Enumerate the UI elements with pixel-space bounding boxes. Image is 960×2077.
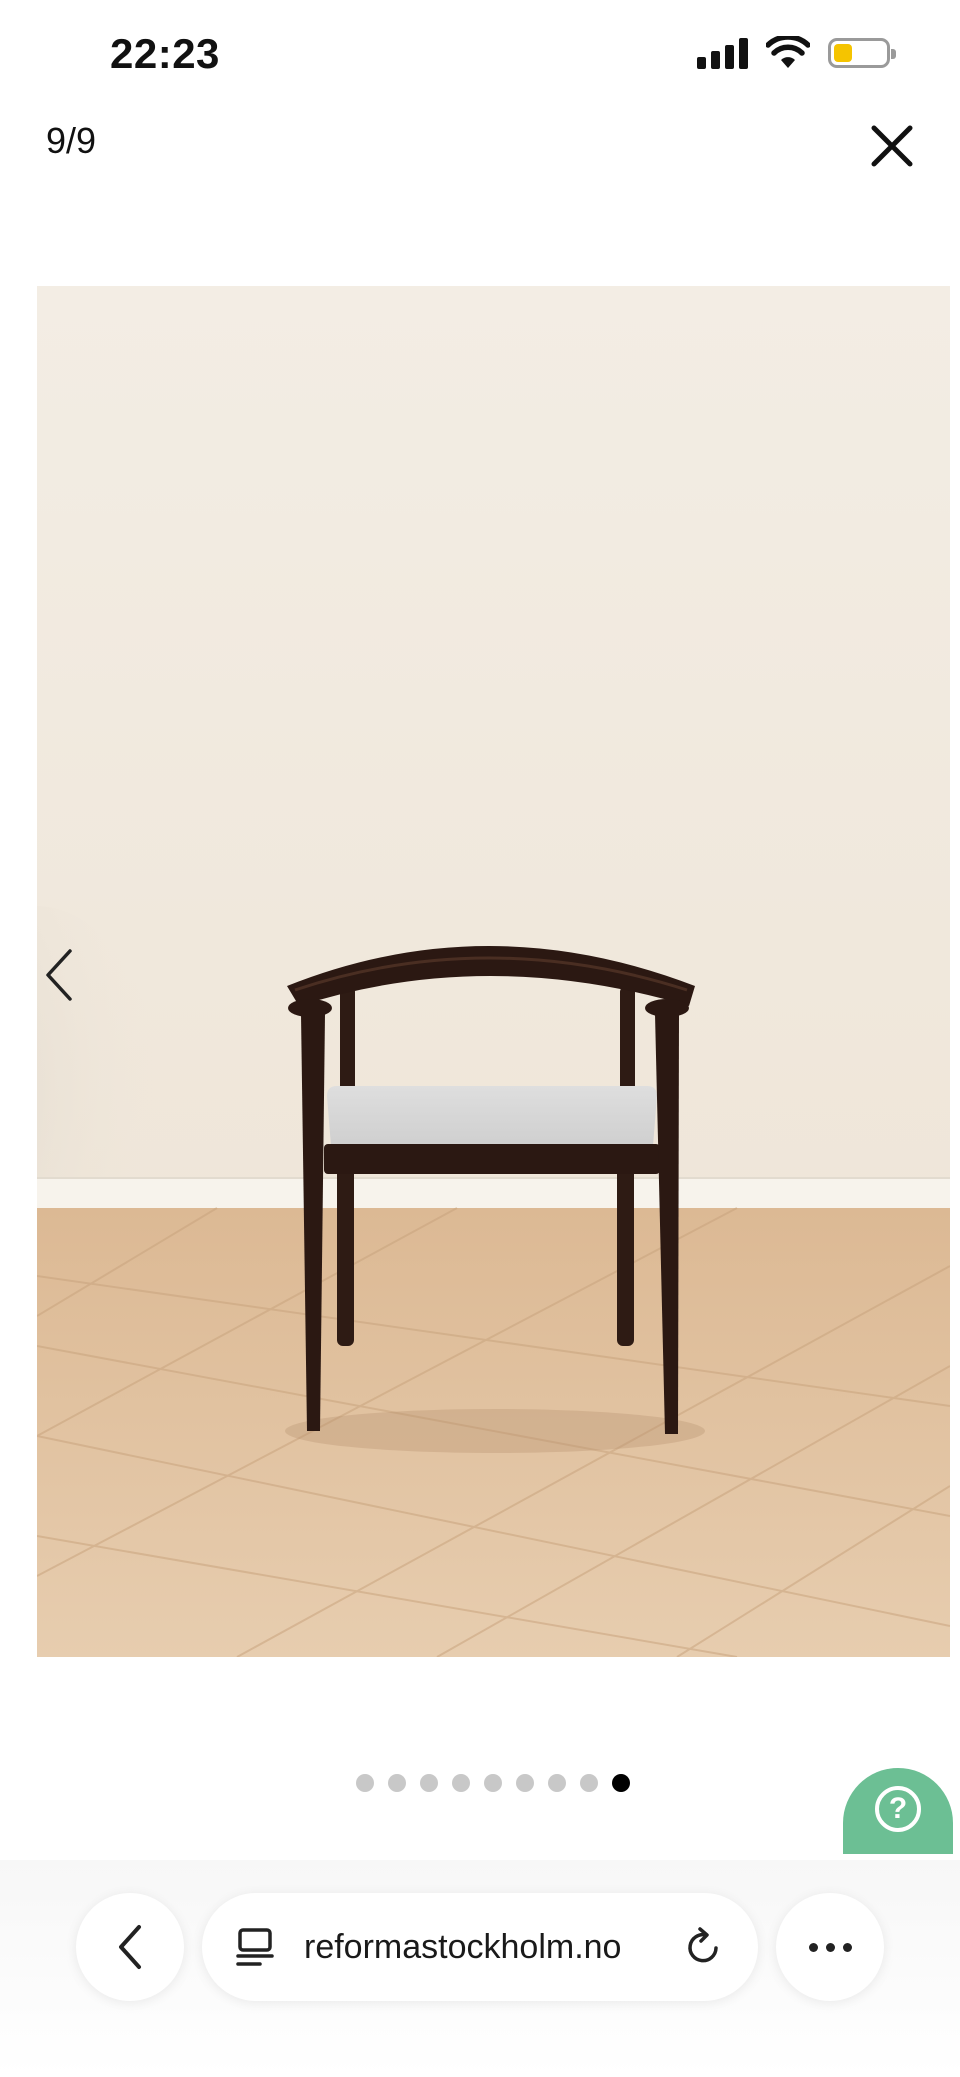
browser-toolbar: reformastockholm.no	[0, 1860, 960, 2077]
pagination-dot[interactable]	[484, 1774, 502, 1792]
close-button[interactable]	[864, 118, 920, 174]
chair-photo	[37, 286, 950, 1657]
pagination-dot[interactable]	[548, 1774, 566, 1792]
pagination-dot[interactable]	[612, 1774, 630, 1792]
chevron-left-icon	[119, 1925, 141, 1969]
previous-image-button[interactable]	[40, 945, 80, 1005]
pagination-dot[interactable]	[516, 1774, 534, 1792]
address-bar[interactable]: reformastockholm.no	[202, 1893, 758, 2001]
close-icon	[871, 125, 913, 167]
pagination-dot[interactable]	[452, 1774, 470, 1792]
status-time: 22:23	[110, 30, 220, 77]
browser-back-button[interactable]	[76, 1893, 184, 2001]
question-icon: ?	[875, 1786, 921, 1832]
status-icons	[697, 36, 896, 70]
status-bar: 22:23	[0, 0, 960, 110]
pagination-dot[interactable]	[580, 1774, 598, 1792]
battery-icon	[828, 38, 896, 68]
pagination-dot[interactable]	[388, 1774, 406, 1792]
battery-fill	[834, 44, 852, 62]
pagination-dot[interactable]	[356, 1774, 374, 1792]
pagination-dot[interactable]	[420, 1774, 438, 1792]
wifi-icon	[766, 36, 810, 68]
url-text: reformastockholm.no	[304, 1927, 622, 1966]
chevron-left-icon	[46, 949, 72, 1001]
pagination-dots[interactable]	[0, 1774, 960, 1792]
more-icon	[808, 1942, 852, 1952]
product-image[interactable]	[37, 286, 950, 1657]
cellular-signal-icon	[697, 37, 748, 69]
more-options-button[interactable]	[776, 1893, 884, 2001]
reload-icon[interactable]	[684, 1926, 724, 1968]
image-counter: 9/9	[46, 120, 97, 161]
page-icon	[236, 1928, 274, 1966]
